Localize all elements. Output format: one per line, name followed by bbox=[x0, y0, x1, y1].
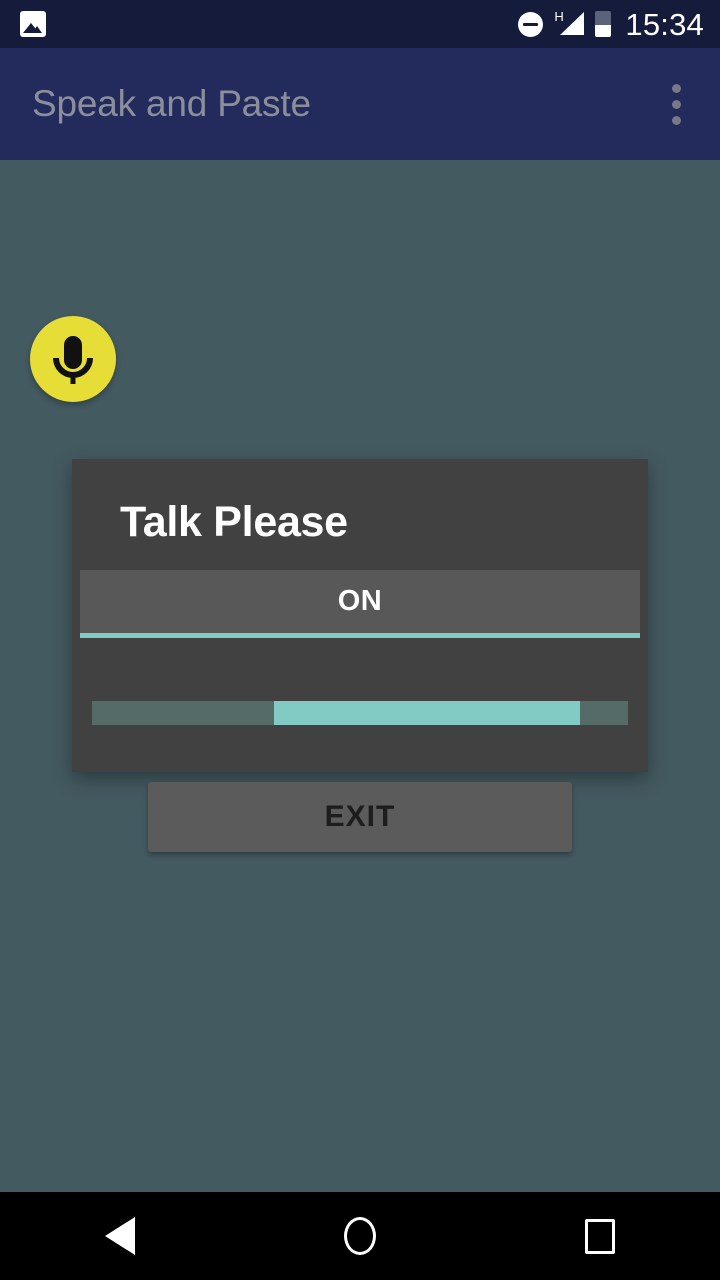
exit-button[interactable]: EXIT bbox=[148, 782, 572, 852]
nav-back-button[interactable] bbox=[50, 1192, 190, 1280]
recents-square-icon bbox=[585, 1218, 615, 1254]
do-not-disturb-icon bbox=[518, 11, 544, 37]
signal-icon: H bbox=[554, 10, 585, 38]
battery-fill-level bbox=[595, 25, 612, 37]
battery-icon bbox=[595, 11, 612, 37]
status-bar-notifications bbox=[20, 11, 518, 37]
back-triangle-icon bbox=[105, 1217, 135, 1255]
app-title: Speak and Paste bbox=[32, 83, 311, 124]
speech-status-value: ON bbox=[337, 585, 383, 617]
microphone-fab[interactable] bbox=[30, 316, 116, 402]
speech-status-field[interactable]: ON bbox=[80, 570, 640, 638]
microphone-icon bbox=[53, 336, 93, 384]
progress-indicator bbox=[274, 701, 580, 725]
talk-dialog: Talk Please ON bbox=[72, 459, 648, 772]
home-circle-icon bbox=[344, 1217, 376, 1255]
app-bar: Speak and Paste bbox=[0, 48, 720, 160]
overflow-dot bbox=[671, 115, 681, 125]
photo-icon bbox=[20, 11, 46, 37]
nav-recents-button[interactable] bbox=[530, 1192, 670, 1280]
overflow-dot bbox=[671, 99, 681, 109]
dialog-title: Talk Please bbox=[120, 498, 348, 546]
status-bar-system-icons: H 15:34 bbox=[518, 9, 704, 40]
exit-button-label: EXIT bbox=[324, 800, 396, 833]
phone-screen: H 15:34 Speak and Paste Talk Please ON E… bbox=[0, 0, 720, 1280]
navigation-bar bbox=[0, 1192, 720, 1280]
nav-home-button[interactable] bbox=[290, 1192, 430, 1280]
overflow-dot bbox=[671, 83, 681, 93]
listening-progress-bar bbox=[92, 701, 628, 725]
status-bar: H 15:34 bbox=[0, 0, 720, 48]
overflow-menu-icon[interactable] bbox=[652, 74, 700, 134]
signal-strength-triangle bbox=[560, 12, 585, 35]
status-bar-clock: 15:34 bbox=[625, 6, 704, 42]
